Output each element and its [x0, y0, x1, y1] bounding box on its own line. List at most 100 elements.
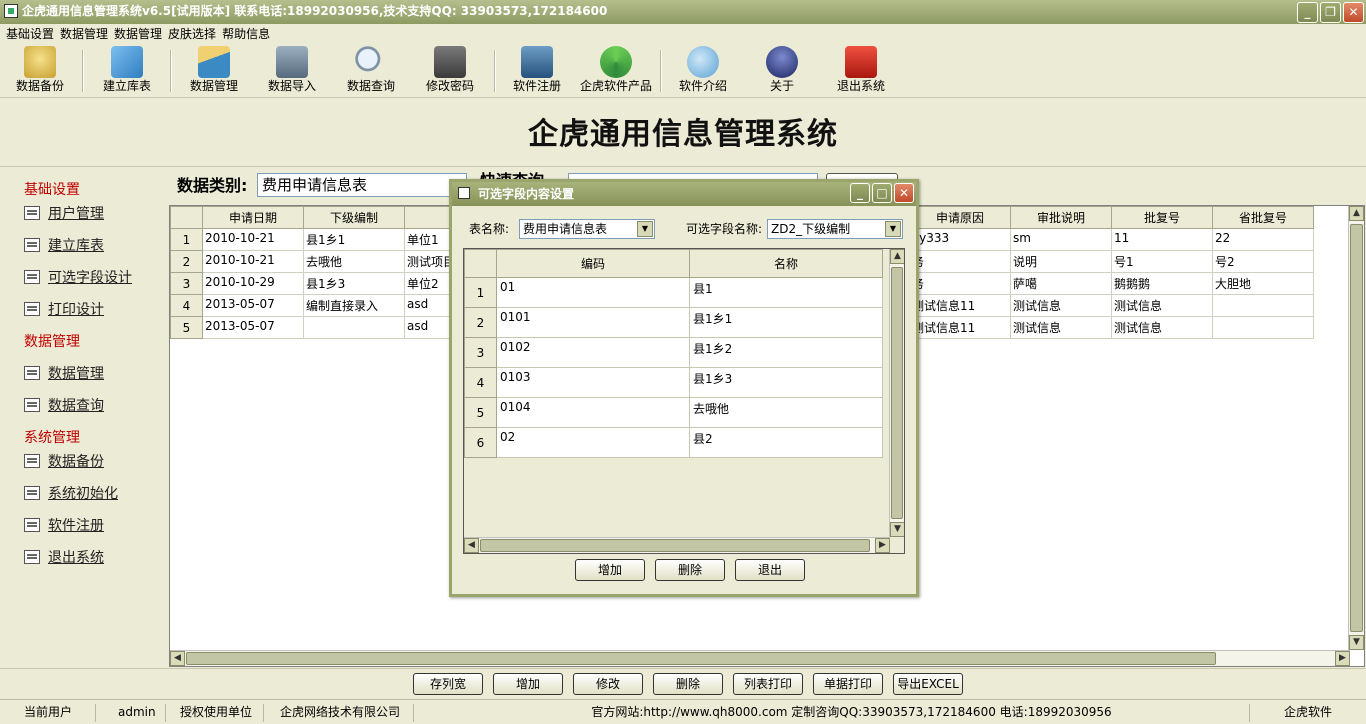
row-number[interactable]: 4 — [170, 294, 203, 317]
toolbar-intro-button[interactable]: 软件介绍 — [663, 46, 743, 96]
chevron-down-icon[interactable]: ▼ — [637, 221, 653, 237]
scroll-up-icon[interactable]: ▲ — [890, 249, 904, 264]
close-icon[interactable]: ✕ — [894, 183, 914, 203]
row-number[interactable]: 1 — [170, 228, 203, 251]
column-header[interactable]: 名称 — [689, 249, 883, 278]
sidebar-item-print-design[interactable]: 打印设计 — [24, 299, 104, 319]
list-print-button[interactable]: 列表打印 — [733, 673, 803, 695]
table-cell[interactable]: 0102 — [496, 337, 690, 368]
grid-vertical-scrollbar[interactable]: ▲ ▼ — [1348, 206, 1364, 650]
scrollbar-thumb[interactable] — [1350, 224, 1363, 632]
table-row[interactable]: 5 0104 去哦他 — [464, 397, 883, 428]
row-number[interactable]: 2 — [170, 250, 203, 273]
scroll-up-icon[interactable]: ▲ — [1349, 206, 1364, 221]
dialog-vertical-scrollbar[interactable]: ▲ ▼ — [889, 249, 904, 537]
menu-data-management-2[interactable]: 数据管理 — [114, 24, 168, 44]
sidebar-item-register[interactable]: 软件注册 — [24, 515, 104, 535]
sidebar-item-user-management[interactable]: 用户管理 — [24, 203, 104, 223]
column-header[interactable] — [464, 249, 497, 278]
table-cell[interactable]: 编制直接录入 — [303, 294, 405, 317]
dialog-horizontal-scrollbar[interactable]: ◀ ▶ — [464, 537, 890, 553]
sidebar-item-create-table[interactable]: 建立库表 — [24, 235, 104, 255]
table-cell[interactable]: 测试信息 — [1111, 316, 1213, 339]
table-cell[interactable]: 务 — [909, 272, 1011, 295]
data-type-select[interactable]: 费用申请信息表 — [257, 173, 467, 197]
column-header[interactable]: 下级编制 — [303, 206, 405, 229]
menu-data-management[interactable]: 数据管理 — [60, 24, 114, 44]
table-cell[interactable]: 号2 — [1212, 250, 1314, 273]
table-cell[interactable]: 0104 — [496, 397, 690, 428]
toolbar-password-button[interactable]: 修改密码 — [410, 46, 490, 96]
toolbar-import-button[interactable]: 数据导入 — [252, 46, 332, 96]
document-print-button[interactable]: 单据打印 — [813, 673, 883, 695]
table-cell[interactable]: 县1乡3 — [303, 272, 405, 295]
table-cell[interactable] — [303, 316, 405, 339]
scrollbar-thumb[interactable] — [891, 267, 903, 519]
grid-horizontal-scrollbar[interactable]: ◀ ▶ — [170, 650, 1350, 666]
table-cell[interactable]: 测试信息 — [1010, 316, 1112, 339]
table-cell[interactable]: 0103 — [496, 367, 690, 398]
sidebar-item-system-init[interactable]: 系统初始化 — [24, 483, 118, 503]
restore-icon[interactable]: ❐ — [1320, 2, 1341, 23]
scrollbar-thumb[interactable] — [186, 652, 1216, 665]
row-number[interactable]: 4 — [464, 367, 497, 398]
table-cell[interactable]: yy333 — [909, 228, 1011, 251]
toolbar-backup-button[interactable]: 数据备份 — [0, 46, 80, 96]
table-cell[interactable]: 去哦他 — [303, 250, 405, 273]
table-cell[interactable]: 县1乡2 — [689, 337, 883, 368]
sidebar-item-data-query[interactable]: 数据查询 — [24, 395, 104, 415]
row-number[interactable]: 3 — [170, 272, 203, 295]
table-cell[interactable]: 县2 — [689, 427, 883, 458]
scroll-right-icon[interactable]: ▶ — [1335, 651, 1350, 666]
table-cell[interactable]: 2010-10-21 — [202, 250, 304, 273]
column-header[interactable]: 省批复号 — [1212, 206, 1314, 229]
column-header[interactable]: 审批说明 — [1010, 206, 1112, 229]
toolbar-about-button[interactable]: 关于 — [742, 46, 822, 96]
table-cell[interactable]: 测试信息 — [1111, 294, 1213, 317]
table-cell[interactable]: 鹅鹅鹅 — [1111, 272, 1213, 295]
table-cell[interactable]: 县1乡1 — [303, 228, 405, 251]
scroll-down-icon[interactable]: ▼ — [890, 522, 904, 537]
scroll-left-icon[interactable]: ◀ — [464, 538, 479, 553]
dialog-exit-button[interactable]: 退出 — [735, 559, 805, 581]
sidebar-item-optional-fields[interactable]: 可选字段设计 — [24, 267, 132, 287]
sidebar-item-data-backup[interactable]: 数据备份 — [24, 451, 104, 471]
toolbar-exit-button[interactable]: 退出系统 — [821, 46, 901, 96]
minimize-icon[interactable]: _ — [1297, 2, 1318, 23]
table-cell[interactable]: 说明 — [1010, 250, 1112, 273]
table-cell[interactable]: 11 — [1111, 228, 1213, 251]
edit-button[interactable]: 修改 — [573, 673, 643, 695]
delete-button[interactable]: 删除 — [653, 673, 723, 695]
table-cell[interactable]: 去哦他 — [689, 397, 883, 428]
table-cell[interactable]: 02 — [496, 427, 690, 458]
table-cell[interactable] — [1212, 294, 1314, 317]
table-row[interactable]: 6 02 县2 — [464, 427, 883, 458]
row-number[interactable]: 6 — [464, 427, 497, 458]
export-excel-button[interactable]: 导出EXCEL — [893, 673, 963, 695]
toolbar-create-table-button[interactable]: 建立库表 — [87, 46, 167, 96]
minimize-icon[interactable]: _ — [850, 183, 870, 203]
table-cell[interactable]: 县1 — [689, 277, 883, 308]
toolbar-products-button[interactable]: 企虎软件产品 — [576, 46, 656, 96]
maximize-icon[interactable]: □ — [872, 183, 892, 203]
table-cell[interactable]: 测试信息 — [1010, 294, 1112, 317]
table-cell[interactable]: 县1乡3 — [689, 367, 883, 398]
scroll-down-icon[interactable]: ▼ — [1349, 635, 1364, 650]
row-number[interactable]: 1 — [464, 277, 497, 308]
table-row[interactable]: 3 0102 县1乡2 — [464, 337, 883, 368]
table-cell[interactable]: 2013-05-07 — [202, 294, 304, 317]
add-button[interactable]: 增加 — [493, 673, 563, 695]
table-row[interactable]: 1 01 县1 — [464, 277, 883, 308]
table-cell[interactable]: 0101 — [496, 307, 690, 338]
table-cell[interactable]: 测试信息11 — [909, 316, 1011, 339]
scroll-left-icon[interactable]: ◀ — [170, 651, 185, 666]
table-row[interactable]: 4 0103 县1乡3 — [464, 367, 883, 398]
chevron-down-icon[interactable]: ▼ — [885, 221, 901, 237]
table-cell[interactable]: 01 — [496, 277, 690, 308]
row-number[interactable]: 5 — [464, 397, 497, 428]
scrollbar-thumb[interactable] — [480, 539, 870, 552]
row-number[interactable]: 3 — [464, 337, 497, 368]
table-cell[interactable]: sm — [1010, 228, 1112, 251]
column-header[interactable]: 申请原因 — [909, 206, 1011, 229]
table-row[interactable]: 2 0101 县1乡1 — [464, 307, 883, 338]
